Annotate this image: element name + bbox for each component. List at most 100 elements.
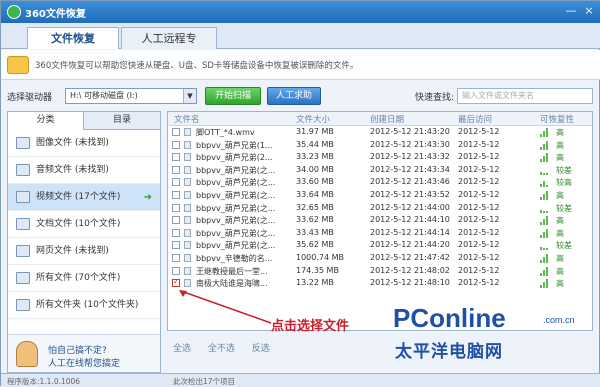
table-row[interactable]: bbpvv_葫芦兄弟(之... 32.65 MB 2012-5-12 21:44:0…	[168, 202, 592, 215]
quick-find-label: 快速查找:	[415, 93, 455, 103]
file-size: 34.00 MB	[296, 164, 334, 174]
category-tabs: 分类 目录	[8, 112, 160, 130]
invert-selection-link[interactable]: 反选	[252, 344, 270, 354]
table-row[interactable]: bbpvv_葫芦兄弟(之... 33.64 MB 2012-5-12 21:43:5…	[168, 189, 592, 202]
row-checkbox[interactable]	[172, 203, 180, 212]
tab-directory[interactable]: 目录	[84, 112, 160, 130]
file-name: bbpvv_葫芦兄弟(之...	[196, 190, 276, 200]
col-size[interactable]: 文件大小	[296, 113, 330, 125]
recoverability: 高	[556, 266, 564, 276]
select-all-link[interactable]: 全选	[173, 344, 191, 354]
table-row[interactable]: bbpvv_葫芦兄弟(之... 34.00 MB 2012-5-12 21:43:3…	[168, 164, 592, 177]
file-accessed: 2012-5-12	[458, 189, 500, 199]
tab-category[interactable]: 分类	[8, 112, 84, 130]
tab-file-recovery[interactable]: 文件恢复	[27, 27, 119, 49]
file-size: 13.22 MB	[296, 278, 334, 288]
version-text: 程序版本:1.1.0.1006	[7, 377, 81, 386]
help-box[interactable]: 怕自己搞不定? 人工在线帮您搞定	[8, 334, 160, 372]
table-row[interactable]: 脚OTT_*4.wmv 31.97 MB 2012-5-12 21:43:20 201…	[168, 126, 592, 139]
category-documents[interactable]: 文档文件 (10个文件)	[8, 211, 160, 238]
file-size: 174.35 MB	[296, 265, 339, 275]
file-created: 2012-5-12 21:43:52	[370, 189, 450, 199]
category-label: 所有文件夹 (10个文件夹)	[36, 300, 139, 310]
table-row[interactable]: bbpvv_辛德勒的名... 1000.74 MB 2012-5-12 21:47:…	[168, 252, 592, 265]
scan-button[interactable]: 开始扫描	[205, 87, 261, 105]
tab-remote-expert[interactable]: 人工远程专家	[121, 27, 217, 67]
category-video[interactable]: 视频文件 (17个文件) ➜	[8, 184, 160, 211]
file-accessed: 2012-5-12	[458, 127, 500, 136]
file-name: bbpvv_葫芦兄弟(之...	[196, 165, 276, 175]
table-row[interactable]: bbpvv_葫芦兄弟(1... 35.44 MB 2012-5-12 21:43:3…	[168, 139, 592, 152]
table-body: 脚OTT_*4.wmv 31.97 MB 2012-5-12 21:43:20 201…	[168, 126, 592, 290]
col-accessed[interactable]: 最后访问	[458, 113, 492, 125]
row-checkbox[interactable]	[172, 241, 180, 250]
info-banner: 360文件恢复可以帮助您快速从硬盘、U盘、SD卡等储盘设备中恢复被误删除的文件。	[1, 50, 600, 80]
file-accessed: 2012-5-12	[458, 227, 500, 237]
category-web[interactable]: 网页文件 (未找到)	[8, 238, 160, 265]
file-name: bbpvv_葫芦兄弟(之...	[196, 178, 276, 188]
file-name: bbpvv_葫芦兄弟(之...	[196, 241, 276, 251]
file-icon	[184, 241, 191, 250]
recoverability: 高	[556, 128, 564, 137]
row-checkbox[interactable]	[172, 216, 180, 225]
table-row[interactable]: bbpvv_葫芦兄弟(2... 33.23 MB 2012-5-12 21:43:3…	[168, 151, 592, 164]
file-name: bbpvv_辛德勒的名...	[196, 253, 273, 263]
col-name[interactable]: 文件名	[174, 113, 200, 125]
table-row[interactable]: bbpvv_葫芦兄弟(之... 33.62 MB 2012-5-12 21:44:1…	[168, 214, 592, 227]
file-icon	[16, 272, 30, 284]
file-size: 33.62 MB	[296, 215, 334, 225]
close-button[interactable]: ×	[581, 4, 597, 18]
col-recoverability[interactable]: 可恢复性	[540, 113, 574, 125]
category-panel: 分类 目录 图像文件 (未找到) 音频文件 (未找到) 视频文件 (17个文件)…	[7, 111, 161, 373]
file-accessed: 2012-5-12	[458, 164, 500, 174]
file-size: 35.62 MB	[296, 240, 334, 250]
signal-icon	[540, 203, 550, 213]
file-accessed: 2012-5-12	[458, 177, 500, 187]
select-none-link[interactable]: 全不选	[208, 344, 235, 354]
signal-icon	[540, 266, 550, 276]
category-images[interactable]: 图像文件 (未找到)	[8, 130, 160, 157]
col-created[interactable]: 创建日期	[370, 113, 404, 125]
drive-bar: 选择驱动器 H:\ 可移动磁盘 (I:) ▼ 开始扫描 人工求助 快速查找: 输入…	[1, 85, 600, 107]
window-title: 360文件恢复	[25, 9, 86, 20]
category-label: 文档文件 (10个文件)	[36, 219, 121, 229]
category-audio[interactable]: 音频文件 (未找到)	[8, 157, 160, 184]
watermark-logo: PConline	[393, 303, 506, 333]
row-checkbox[interactable]	[172, 190, 180, 199]
quick-find-input[interactable]: 输入文件或文件夹名	[457, 88, 593, 104]
file-accessed: 2012-5-12	[458, 215, 500, 225]
row-checkbox[interactable]	[172, 128, 180, 136]
file-created: 2012-5-12 21:48:10	[370, 278, 450, 288]
row-checkbox[interactable]	[172, 178, 180, 187]
category-label: 所有文件 (70个文件)	[36, 273, 121, 283]
count-text: 此次检出17个项目	[173, 377, 236, 386]
file-created: 2012-5-12 21:44:20	[370, 240, 450, 250]
signal-icon	[540, 253, 550, 263]
category-all-folders[interactable]: 所有文件夹 (10个文件夹)	[8, 292, 160, 319]
table-row[interactable]: bbpvv_葫芦兄弟(之... 33.43 MB 2012-5-12 21:44:1…	[168, 227, 592, 240]
chevron-down-icon[interactable]: ▼	[183, 89, 196, 103]
row-checkbox[interactable]	[172, 165, 180, 174]
table-row[interactable]: 王继教授最后一堂... 174.35 MB 2012-5-12 21:48:02 20…	[168, 265, 592, 278]
signal-icon	[540, 127, 550, 137]
row-checkbox[interactable]	[172, 266, 180, 275]
help-line-2: 人工在线帮您搞定	[48, 359, 121, 369]
file-created: 2012-5-12 21:43:20	[370, 127, 450, 136]
category-all-files[interactable]: 所有文件 (70个文件)	[8, 265, 160, 292]
file-name: bbpvv_葫芦兄弟(之...	[196, 216, 276, 226]
recoverability: 高	[556, 253, 564, 263]
help-button[interactable]: 人工求助	[267, 87, 321, 105]
row-checkbox[interactable]	[172, 228, 180, 237]
file-icon	[184, 216, 191, 225]
file-icon	[184, 253, 191, 262]
category-label: 网页文件 (未找到)	[36, 246, 109, 256]
table-row[interactable]: bbpvv_葫芦兄弟(之... 35.62 MB 2012-5-12 21:44:2…	[168, 239, 592, 252]
table-row[interactable]: bbpvv_葫芦兄弟(之... 33.60 MB 2012-5-12 21:43:4…	[168, 176, 592, 189]
minimize-button[interactable]: —	[563, 4, 579, 18]
drive-select[interactable]: H:\ 可移动磁盘 (I:) ▼	[65, 88, 197, 104]
row-checkbox[interactable]	[172, 153, 180, 162]
file-name: 王继教授最后一堂...	[196, 266, 268, 276]
row-checkbox[interactable]	[172, 277, 180, 288]
row-checkbox[interactable]	[172, 140, 180, 149]
row-checkbox[interactable]	[172, 253, 180, 262]
